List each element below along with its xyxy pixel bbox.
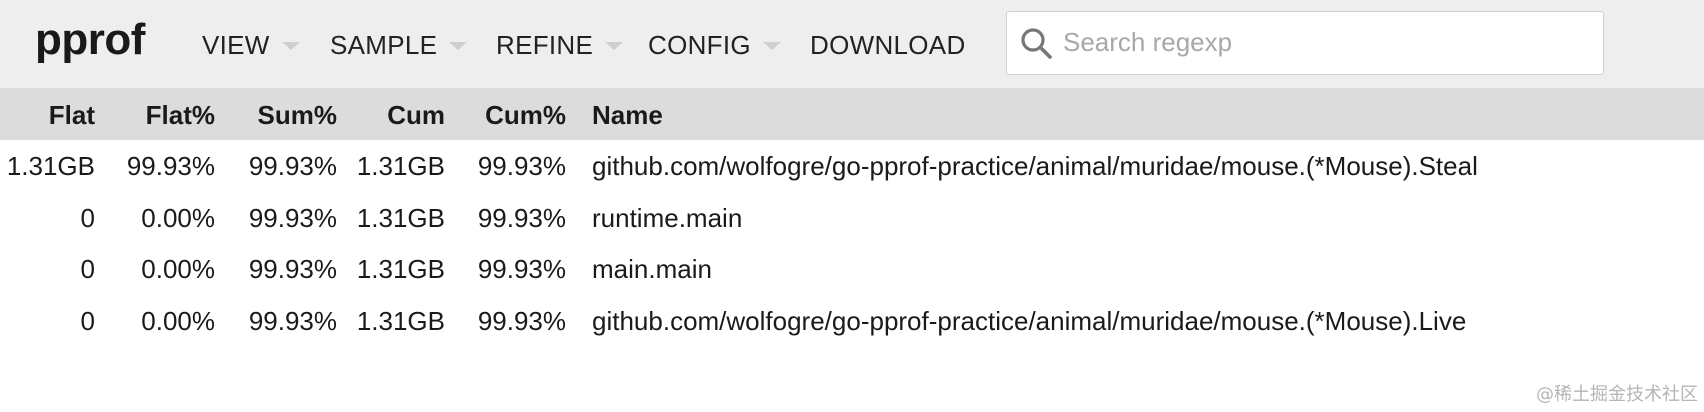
column-header-name[interactable]: Name: [592, 100, 663, 130]
caret-down-icon: [281, 42, 300, 50]
caret-down-icon: [762, 42, 781, 50]
top-toolbar: pprof VIEW SAMPLE REFINE CONFIG DOWNLOAD: [0, 0, 1704, 88]
menu-sample-button[interactable]: SAMPLE: [330, 28, 468, 62]
caret-down-icon: [605, 42, 624, 50]
cell-flat-percent: 99.93%: [126, 151, 215, 181]
menu-download-button[interactable]: DOWNLOAD: [810, 28, 966, 62]
cell-cum: 1.31GB: [356, 254, 445, 284]
table-row[interactable]: 0 0.00% 99.93% 1.31GB 99.93% runtime.mai…: [0, 193, 1704, 243]
cell-sum-percent: 99.93%: [248, 203, 337, 233]
menu-config-button[interactable]: CONFIG: [648, 28, 781, 62]
cell-name: github.com/wolfogre/go-pprof-practice/an…: [592, 306, 1467, 336]
cell-cum: 1.31GB: [356, 306, 445, 336]
cell-cum-percent: 99.93%: [477, 203, 566, 233]
menu-view-label: VIEW: [202, 29, 270, 60]
cell-cum-percent: 99.93%: [477, 306, 566, 336]
search-input[interactable]: [1063, 20, 1583, 64]
table-header: [0, 88, 1704, 140]
cell-sum-percent: 99.93%: [248, 151, 337, 181]
search-box[interactable]: [1006, 11, 1604, 75]
cell-flat-percent: 0.00%: [141, 254, 215, 284]
cell-flat: 0: [80, 254, 95, 284]
column-header-flat-percent[interactable]: Flat%: [146, 100, 215, 130]
cell-name: runtime.main: [592, 203, 743, 233]
cell-cum-percent: 99.93%: [477, 151, 566, 181]
menu-download-label: DOWNLOAD: [810, 29, 966, 60]
cell-flat-percent: 0.00%: [141, 203, 215, 233]
cell-cum: 1.31GB: [356, 203, 445, 233]
cell-name: main.main: [592, 254, 712, 284]
table-row[interactable]: 0 0.00% 99.93% 1.31GB 99.93% github.com/…: [0, 296, 1704, 346]
cell-sum-percent: 99.93%: [248, 254, 337, 284]
column-header-sum-percent[interactable]: Sum%: [258, 100, 337, 130]
cell-flat-percent: 0.00%: [141, 306, 215, 336]
column-header-cum-percent[interactable]: Cum%: [485, 100, 566, 130]
menu-refine-button[interactable]: REFINE: [496, 28, 624, 62]
menu-view-button[interactable]: VIEW: [202, 28, 300, 62]
table-row[interactable]: 0 0.00% 99.93% 1.31GB 99.93% main.main: [0, 244, 1704, 294]
cell-cum: 1.31GB: [356, 151, 445, 181]
search-icon: [1021, 28, 1052, 59]
menu-sample-label: SAMPLE: [330, 29, 438, 60]
pprof-logo: pprof: [35, 15, 145, 64]
table-row[interactable]: 1.31GB 99.93% 99.93% 1.31GB 99.93% githu…: [0, 141, 1704, 191]
cell-cum-percent: 99.93%: [477, 254, 566, 284]
cell-flat: 0: [80, 203, 95, 233]
watermark: @稀土掘金技术社区: [1536, 384, 1698, 405]
cell-name: github.com/wolfogre/go-pprof-practice/an…: [592, 151, 1478, 181]
column-header-cum[interactable]: Cum: [387, 100, 445, 130]
menu-config-label: CONFIG: [648, 29, 751, 60]
column-header-flat[interactable]: Flat: [49, 100, 95, 130]
cell-flat: 1.31GB: [6, 151, 95, 181]
cell-sum-percent: 99.93%: [248, 306, 337, 336]
cell-flat: 0: [80, 306, 95, 336]
caret-down-icon: [449, 42, 468, 50]
menu-refine-label: REFINE: [496, 29, 594, 60]
